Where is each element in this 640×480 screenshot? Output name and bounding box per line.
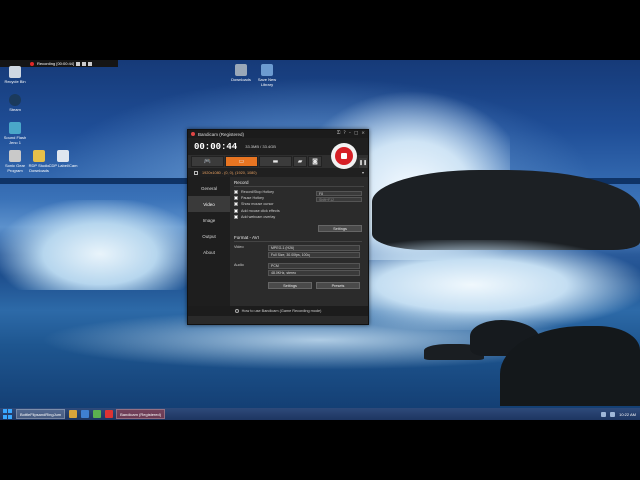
bandicam-logo-icon [191,132,195,136]
format-settings-button[interactable]: Settings [268,282,312,289]
record-hotkey-field[interactable]: F8 [316,191,362,196]
recycle-bin-icon [9,66,21,78]
file-size: 33.3MB / 33.4GB [245,144,276,149]
ie-icon[interactable] [81,410,90,418]
close-icon[interactable]: × [361,130,365,138]
option-webcam-overlay[interactable]: Add webcam overlay [234,214,364,220]
hdmi-icon: ▬ [272,158,279,165]
pause-button[interactable]: ❚❚ [359,158,367,168]
media-icon[interactable] [105,410,114,418]
game-mode-button[interactable]: 🎮 [191,156,224,167]
taskbar-item-browser[interactable]: BottleFlipsandRingJum [16,409,66,419]
format-section-heading: Format - AVI [234,235,362,242]
downloads-icon [235,64,247,76]
pause-hotkey-field[interactable]: Shift+F12 [316,197,362,202]
recording-timer: 00:00:44 [194,141,238,152]
audio-format-row: Audio PCM 48.0KHz, stereo [234,263,360,277]
app-icon[interactable] [93,410,102,418]
bandicam-window[interactable]: Bandicam (Registered) ⚿ ? – □ × 00:00:44… [187,129,369,325]
stop-icon[interactable] [76,61,81,66]
resolution-row[interactable]: 1920x1080 - (0, 0), (1920, 1080) ▾ [188,168,368,177]
presets-button[interactable]: Presets [316,282,360,289]
video-label: Video [234,245,244,249]
taskbar: BottleFlipsandRingJum Bandicam (Register… [0,408,640,420]
folder-icon[interactable] [69,410,78,418]
help-link[interactable]: How to use Bandicam (Game Recording mode… [242,309,322,313]
minimize-icon[interactable]: – [349,130,351,138]
windows-logo-icon [3,409,7,413]
stop-icon [341,153,347,159]
camera-icon[interactable] [82,61,87,66]
folder-icon [33,150,45,162]
document-icon [57,150,69,162]
sidebar-item-image[interactable]: Image [188,212,230,228]
sidebar-item-general[interactable]: General [188,180,230,196]
record-button[interactable] [331,143,357,169]
desktop-icon-save-new-library[interactable]: Save New Library [252,64,282,87]
video-settings-panel: Record Record/Stop Hotkey F8 Pause Hotke… [230,177,368,306]
gear-program-icon [9,150,21,162]
pause-icon: ❚❚ [358,160,368,166]
video-format-row: Video MPEG-1 (H26) Full Size, 30.00fps, … [234,245,360,259]
help-icon[interactable]: ? [343,130,345,138]
sidebar-item-about[interactable]: About [188,244,230,260]
sidebar-item-video[interactable]: Video [188,196,230,212]
target-window-icon [194,170,198,175]
desktop-icon-recycle-bin[interactable]: Recycle Bin [0,66,30,84]
rocks [372,170,640,250]
sound-flash-icon [9,122,21,134]
desktop-icon-sound-flash[interactable]: Sound Flash Jeno 1 [0,122,30,145]
checkbox[interactable] [234,202,238,207]
maximize-icon[interactable]: □ [354,130,358,138]
video-codec: MPEG-1 (H26) [268,245,360,251]
start-button[interactable] [3,409,13,419]
system-tray: 10:22 AM [601,411,636,417]
sidebar-item-output[interactable]: Output [188,228,230,244]
settings-sidebar: General Video Image Output About [188,177,230,306]
letterbox-bottom [0,420,640,480]
network-icon[interactable] [601,411,607,417]
record-section-heading: Record [234,180,364,187]
audio-codec: PCM [268,263,360,269]
screen-rectangle-icon: ▭ [238,158,245,165]
video-settings-summary: Full Size, 30.00fps, 100q [268,252,360,258]
recording-overlay-text: Recording [00:00:44] [37,61,75,66]
open-folder-button[interactable]: ▰ [293,156,307,167]
checkbox[interactable] [234,190,238,195]
desktop-icon-steam[interactable]: Steam [0,94,30,112]
screen-mode-button[interactable]: ▭ [225,156,258,167]
desktop-icon-cdp[interactable]: CDP Label/Cam [48,150,78,168]
checkbox[interactable] [234,196,238,201]
record-dot-icon [30,61,34,66]
camera-icon: ◙ [312,158,318,165]
letterbox-top [0,0,640,60]
taskbar-item-bandicam[interactable]: Bandicam (Registered) [116,409,166,419]
info-icon [234,309,239,313]
key-icon[interactable]: ⚿ [337,130,340,138]
record-settings-button[interactable]: Settings [318,225,362,232]
checkbox[interactable] [234,214,238,219]
clock[interactable]: 10:22 AM [619,412,636,417]
chevron-down-icon[interactable]: ▾ [362,170,364,175]
window-title: Bandicam (Registered) [198,131,245,137]
close-icon[interactable] [88,61,93,66]
checkbox[interactable] [234,208,238,213]
library-icon [261,64,273,76]
resolution-text: 1920x1080 - (0, 0), (1920, 1080) [202,170,257,175]
steam-icon [9,94,21,106]
wave-foam [0,200,200,290]
device-mode-button[interactable]: ▬ [259,156,292,167]
title-bar[interactable]: Bandicam (Registered) ⚿ ? – □ × [188,130,368,138]
screenshot-button[interactable]: ◙ [308,156,322,167]
audio-label: Audio [234,263,244,267]
folder-icon: ▰ [297,158,303,165]
audio-settings-summary: 48.0KHz, stereo [268,270,360,276]
gamepad-icon: 🎮 [203,158,212,165]
volume-icon[interactable] [610,411,616,417]
help-footer[interactable]: How to use Bandicam (Game Recording mode… [188,306,368,316]
